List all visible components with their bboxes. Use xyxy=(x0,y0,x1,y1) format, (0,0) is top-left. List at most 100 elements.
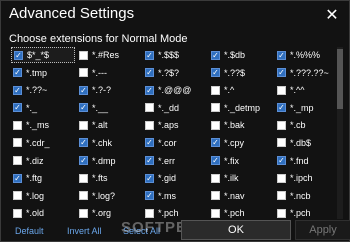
extension-item[interactable]: *.log? xyxy=(77,188,141,204)
checkbox-checked[interactable]: ✓ xyxy=(79,85,88,95)
checkbox-unchecked[interactable] xyxy=(211,208,220,218)
extension-item[interactable]: ✓ *.cpy xyxy=(209,135,273,151)
extension-item[interactable]: *.diz xyxy=(11,153,75,169)
extension-item[interactable]: ✓ *.cor xyxy=(143,135,207,151)
checkbox-unchecked[interactable] xyxy=(277,208,286,218)
extension-item[interactable]: *.bak xyxy=(209,117,273,133)
extension-item[interactable]: *.pch xyxy=(209,205,273,219)
checkbox-unchecked[interactable] xyxy=(211,85,220,95)
extension-item[interactable]: ✓ $*_*$ xyxy=(11,47,75,63)
checkbox-checked[interactable]: ✓ xyxy=(14,50,23,60)
select-all-link[interactable]: Select All xyxy=(123,226,160,236)
extension-item[interactable]: ✓ *.???.??~ xyxy=(275,65,339,81)
checkbox-checked[interactable]: ✓ xyxy=(277,103,286,113)
extension-item[interactable]: ✓ *.fix xyxy=(209,153,273,169)
extension-item[interactable]: ✓ *.gid xyxy=(143,170,207,186)
extension-item[interactable]: ✓ *.?$? xyxy=(143,65,207,81)
extension-item[interactable]: ✓ *.@@@ xyxy=(143,82,207,98)
extension-item[interactable]: ✓ *.ftg xyxy=(11,170,75,186)
checkbox-checked[interactable]: ✓ xyxy=(145,156,154,166)
checkbox-checked[interactable]: ✓ xyxy=(145,173,154,183)
close-icon[interactable]: ✕ xyxy=(319,3,345,27)
checkbox-checked[interactable]: ✓ xyxy=(211,68,220,78)
extension-item[interactable]: *.ncb xyxy=(275,188,339,204)
checkbox-checked[interactable]: ✓ xyxy=(211,138,220,148)
extension-item[interactable]: ✓ *.__ xyxy=(77,100,141,116)
checkbox-checked[interactable]: ✓ xyxy=(277,68,286,78)
extension-item[interactable]: *.pch xyxy=(143,205,207,219)
checkbox-unchecked[interactable] xyxy=(211,173,220,183)
extension-item[interactable]: ✓ *.tmp xyxy=(11,65,75,81)
extension-item[interactable]: ✓ *.err xyxy=(143,153,207,169)
checkbox-checked[interactable]: ✓ xyxy=(13,85,22,95)
extension-item[interactable]: *.fts xyxy=(77,170,141,186)
extension-item[interactable]: *.nav xyxy=(209,188,273,204)
checkbox-checked[interactable]: ✓ xyxy=(145,191,154,201)
extension-item[interactable]: ✓ *.chk xyxy=(77,135,141,151)
extension-item[interactable]: ✓ *.$$$ xyxy=(143,47,207,63)
checkbox-checked[interactable]: ✓ xyxy=(13,103,22,113)
extension-item[interactable]: ✓ *.fnd xyxy=(275,153,339,169)
vertical-scrollbar[interactable] xyxy=(337,47,343,219)
checkbox-checked[interactable]: ✓ xyxy=(211,156,220,166)
checkbox-unchecked[interactable] xyxy=(79,208,88,218)
checkbox-unchecked[interactable] xyxy=(13,138,22,148)
checkbox-unchecked[interactable] xyxy=(145,120,154,130)
extension-item[interactable]: *.org xyxy=(77,205,141,219)
checkbox-checked[interactable]: ✓ xyxy=(211,50,220,60)
checkbox-unchecked[interactable] xyxy=(79,50,88,60)
extension-item[interactable]: *._ms xyxy=(11,117,75,133)
checkbox-unchecked[interactable] xyxy=(13,191,22,201)
checkbox-checked[interactable]: ✓ xyxy=(145,138,154,148)
checkbox-unchecked[interactable] xyxy=(211,103,220,113)
checkbox-checked[interactable]: ✓ xyxy=(145,68,154,78)
checkbox-checked[interactable]: ✓ xyxy=(79,103,88,113)
extension-item[interactable]: ✓ *.??$ xyxy=(209,65,273,81)
checkbox-unchecked[interactable] xyxy=(13,156,22,166)
checkbox-unchecked[interactable] xyxy=(145,208,154,218)
extension-item[interactable]: *.cdr_ xyxy=(11,135,75,151)
extension-item[interactable]: *.ipch xyxy=(275,170,339,186)
checkbox-checked[interactable]: ✓ xyxy=(145,85,154,95)
ok-button[interactable]: OK xyxy=(181,220,291,240)
extension-item[interactable]: *.cb xyxy=(275,117,339,133)
scrollbar-thumb[interactable] xyxy=(337,49,343,109)
extension-item[interactable]: *._detmp xyxy=(209,100,273,116)
checkbox-checked[interactable]: ✓ xyxy=(277,50,286,60)
default-link[interactable]: Default xyxy=(15,226,44,236)
invert-all-link[interactable]: Invert All xyxy=(67,226,102,236)
checkbox-unchecked[interactable] xyxy=(211,191,220,201)
checkbox-unchecked[interactable] xyxy=(79,173,88,183)
extension-item[interactable]: ✓ *.$db xyxy=(209,47,273,63)
extension-item[interactable]: ✓ *._ xyxy=(11,100,75,116)
extension-item[interactable]: ✓ *._mp xyxy=(275,100,339,116)
checkbox-unchecked[interactable] xyxy=(79,68,88,78)
checkbox-checked[interactable]: ✓ xyxy=(277,156,286,166)
checkbox-unchecked[interactable] xyxy=(277,138,286,148)
checkbox-unchecked[interactable] xyxy=(211,120,220,130)
checkbox-unchecked[interactable] xyxy=(277,173,286,183)
extension-item[interactable]: ✓ *.ms xyxy=(143,188,207,204)
checkbox-unchecked[interactable] xyxy=(277,85,286,95)
checkbox-unchecked[interactable] xyxy=(277,120,286,130)
checkbox-unchecked[interactable] xyxy=(277,191,286,201)
checkbox-unchecked[interactable] xyxy=(79,191,88,201)
checkbox-unchecked[interactable] xyxy=(79,120,88,130)
extension-item[interactable]: *.log xyxy=(11,188,75,204)
checkbox-checked[interactable]: ✓ xyxy=(79,156,88,166)
extension-item[interactable]: *._dd xyxy=(143,100,207,116)
extension-item[interactable]: *.db$ xyxy=(275,135,339,151)
extension-item[interactable]: *.--- xyxy=(77,65,141,81)
extension-item[interactable]: *.pch xyxy=(275,205,339,219)
extension-item[interactable]: *.^^ xyxy=(275,82,339,98)
extension-item[interactable]: ✓ *.?-? xyxy=(77,82,141,98)
apply-button[interactable]: Apply xyxy=(295,220,350,240)
extension-item[interactable]: ✓ *.dmp xyxy=(77,153,141,169)
checkbox-checked[interactable]: ✓ xyxy=(145,50,154,60)
extension-item[interactable]: *.alt xyxy=(77,117,141,133)
checkbox-unchecked[interactable] xyxy=(13,120,22,130)
checkbox-unchecked[interactable] xyxy=(145,103,154,113)
extension-item[interactable]: *.#Res xyxy=(77,47,141,63)
checkbox-unchecked[interactable] xyxy=(13,208,22,218)
checkbox-checked[interactable]: ✓ xyxy=(13,173,22,183)
